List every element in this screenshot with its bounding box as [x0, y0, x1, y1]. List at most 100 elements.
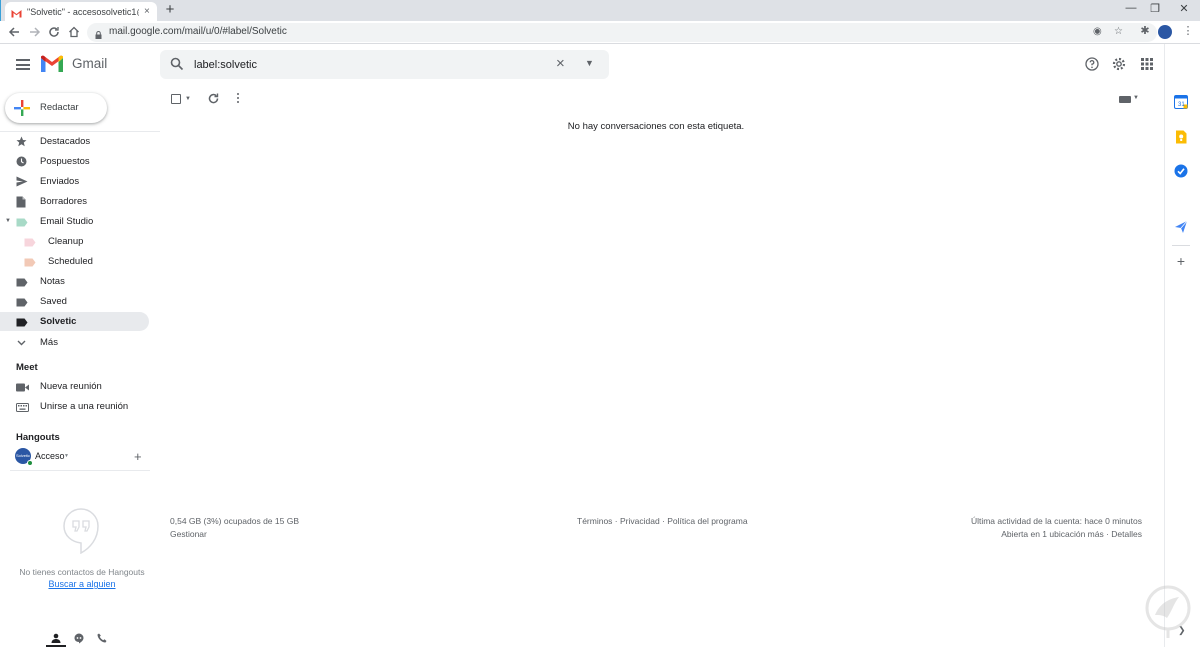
- nav-item-notas[interactable]: Notas: [0, 272, 149, 291]
- phone-icon: [97, 633, 107, 643]
- home-button[interactable]: [66, 24, 82, 40]
- clear-search-icon[interactable]: ×: [556, 56, 565, 72]
- gmail-logo-icon[interactable]: [40, 55, 64, 73]
- nav-item-label: Nueva reunión: [40, 381, 102, 392]
- meet-join-meeting[interactable]: Unirse a una reunión: [0, 397, 149, 416]
- select-menu-caret-icon[interactable]: ▼: [185, 96, 191, 102]
- nav-item-label: Destacados: [40, 136, 91, 147]
- arrow-right-icon: [30, 27, 41, 37]
- label-icon: [16, 316, 28, 327]
- gmail-favicon-icon: [11, 7, 22, 18]
- restore-button[interactable]: ❐: [1147, 2, 1163, 15]
- chat-bubble-icon: [74, 633, 84, 644]
- search-icon[interactable]: [170, 57, 184, 71]
- more-options-icon[interactable]: [236, 93, 240, 105]
- side-panel-divider: [1172, 245, 1190, 246]
- minimize-button[interactable]: —: [1123, 2, 1139, 14]
- footer-links: Términos · Privacidad · Política del pro…: [577, 516, 748, 526]
- program-policy-link[interactable]: Política del programa: [667, 516, 747, 526]
- new-tab-button[interactable]: +: [163, 2, 177, 18]
- nav-item-mas[interactable]: Más: [0, 333, 149, 352]
- home-icon: [69, 26, 79, 38]
- contacts-tab[interactable]: [46, 630, 66, 647]
- compose-plus-icon: [14, 100, 30, 116]
- collapse-caret-icon[interactable]: ▼: [5, 218, 11, 224]
- bookmark-star-icon[interactable]: ☆: [1114, 26, 1123, 37]
- input-tools-keyboard-icon[interactable]: [1119, 96, 1131, 103]
- compose-button[interactable]: Redactar: [5, 93, 107, 123]
- label-icon: [16, 276, 28, 287]
- person-icon: [51, 633, 61, 643]
- keep-icon[interactable]: [1174, 130, 1188, 144]
- search-input[interactable]: label:solvetic: [194, 59, 257, 71]
- nav-item-label: Saved: [40, 296, 67, 307]
- search-bar[interactable]: label:solvetic × ▼: [160, 50, 609, 79]
- clock-icon: [16, 156, 27, 167]
- input-tools-caret-icon[interactable]: ▼: [1133, 95, 1139, 101]
- get-addons-icon[interactable]: +: [1174, 253, 1188, 269]
- nav-item-borradores[interactable]: Borradores: [0, 192, 149, 211]
- privacy-link[interactable]: Privacidad: [620, 516, 660, 526]
- nav-item-cleanup[interactable]: Cleanup: [0, 232, 149, 251]
- hangouts-empty-text: No tienes contactos de Hangouts: [19, 567, 145, 577]
- online-status-icon: [27, 460, 33, 466]
- tasks-icon[interactable]: [1174, 164, 1188, 178]
- add-hangout-icon[interactable]: +: [134, 449, 142, 464]
- status-caret-icon[interactable]: ▼: [64, 453, 69, 459]
- activity-details: Abierta en 1 ubicación más · Detalles: [1001, 529, 1142, 539]
- settings-gear-icon[interactable]: [1111, 56, 1127, 72]
- eye-icon[interactable]: ◉: [1093, 26, 1102, 37]
- forward-button[interactable]: [27, 24, 43, 40]
- profile-avatar[interactable]: [1158, 25, 1172, 39]
- search-options-icon[interactable]: ▼: [585, 58, 594, 68]
- open-locations-text: Abierta en 1 ubicación más: [1001, 529, 1104, 539]
- label-icon: [24, 236, 36, 247]
- hangouts-empty-illustration-icon: [62, 508, 100, 555]
- hangouts-user-name[interactable]: Acceso: [35, 451, 65, 461]
- nav-item-solvetic[interactable]: Solvetic: [0, 312, 149, 331]
- app-name[interactable]: Gmail: [72, 56, 107, 71]
- paper-plane-addon-icon[interactable]: [1174, 220, 1188, 234]
- nav-item-label: Email Studio: [40, 216, 94, 227]
- url-text: mail.google.com/mail/u/0/#label/Solvetic: [109, 26, 287, 37]
- browser-menu-icon[interactable]: ⋮: [1181, 24, 1195, 37]
- find-someone-link[interactable]: Buscar a alguien: [0, 579, 164, 589]
- keyboard-icon: [16, 401, 29, 412]
- address-bar[interactable]: mail.google.com/mail/u/0/#label/Solvetic…: [87, 23, 1157, 42]
- nav-item-pospuestos[interactable]: Pospuestos: [0, 152, 149, 171]
- reload-button[interactable]: [46, 24, 62, 40]
- main-menu-icon[interactable]: [16, 59, 30, 70]
- browser-tab[interactable]: "Solvetic" - accesosolvetic1@gm ×: [5, 2, 157, 21]
- nav-item-label: Solvetic: [40, 316, 77, 327]
- footer-separator: ·: [612, 516, 620, 526]
- nav-item-destacados[interactable]: Destacados: [0, 132, 149, 151]
- nav-item-scheduled[interactable]: Scheduled: [0, 252, 149, 271]
- extensions-icon[interactable]: ✱: [1138, 24, 1152, 37]
- compose-label: Redactar: [40, 102, 79, 113]
- site-watermark-logo: [1145, 585, 1191, 639]
- phone-tab[interactable]: [92, 630, 112, 647]
- arrow-left-icon: [8, 27, 19, 37]
- nav-item-enviados[interactable]: Enviados: [0, 172, 149, 191]
- apps-grid-icon[interactable]: [1139, 56, 1155, 72]
- select-all-checkbox[interactable]: [171, 94, 181, 104]
- meet-heading: Meet: [16, 362, 38, 373]
- storage-usage: 0,54 GB (3%) ocupados de 15 GB: [170, 516, 299, 526]
- back-button[interactable]: [6, 24, 22, 40]
- hangouts-chat-tab[interactable]: [69, 630, 89, 647]
- details-link[interactable]: Detalles: [1111, 529, 1142, 539]
- nav-item-email-studio[interactable]: ▼ Email Studio: [0, 212, 149, 231]
- nav-item-saved[interactable]: Saved: [0, 292, 149, 311]
- last-activity: Última actividad de la cuenta: hace 0 mi…: [970, 516, 1142, 526]
- refresh-icon[interactable]: [207, 92, 220, 105]
- terms-link[interactable]: Términos: [577, 516, 612, 526]
- close-window-button[interactable]: ✕: [1176, 2, 1192, 15]
- reload-icon: [49, 27, 59, 37]
- tab-title: "Solvetic" - accesosolvetic1@gm: [27, 6, 139, 17]
- help-icon[interactable]: [1084, 56, 1100, 72]
- meet-new-meeting[interactable]: Nueva reunión: [0, 377, 149, 396]
- svg-text:31: 31: [1178, 102, 1185, 108]
- manage-storage-link[interactable]: Gestionar: [170, 529, 207, 539]
- calendar-icon[interactable]: 31: [1174, 95, 1188, 109]
- tab-close-button[interactable]: ×: [144, 6, 150, 17]
